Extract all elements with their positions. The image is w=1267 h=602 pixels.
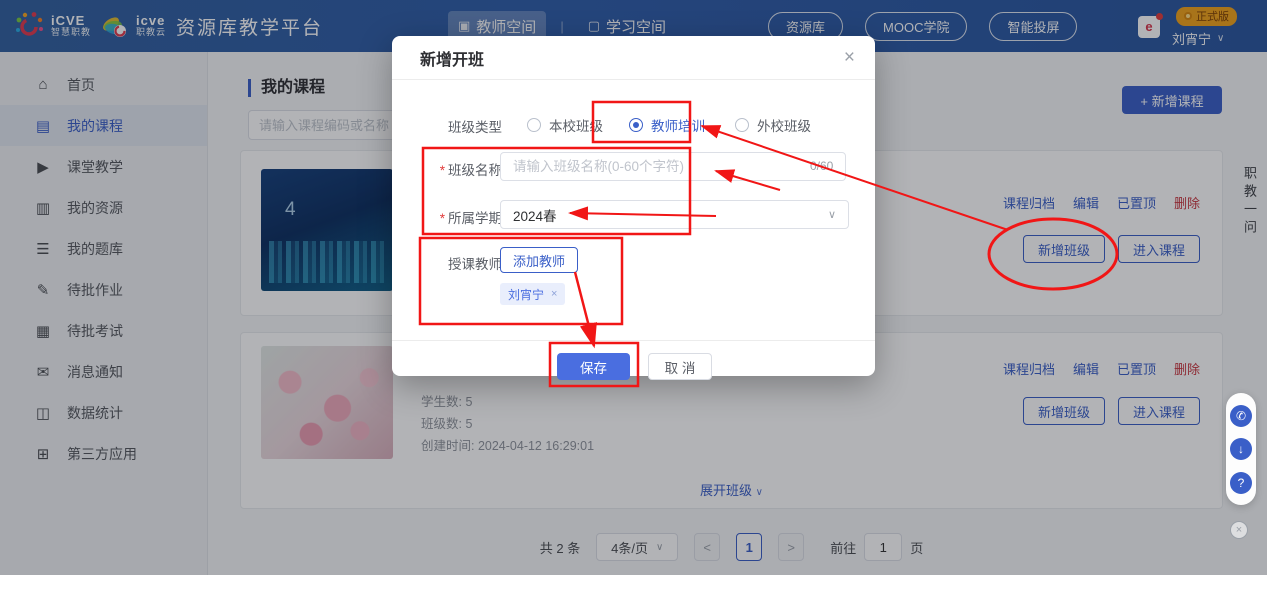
radio-own-school-class[interactable]: 本校班级 — [527, 115, 603, 135]
floating-toolbar: ✆ ↓ ? — [1226, 393, 1256, 505]
semester-value: 2024春 — [513, 205, 557, 225]
radio-circle-icon — [735, 118, 749, 132]
dialog-title: 新增开班 — [392, 36, 875, 80]
class-name-label: *班级名称 — [428, 159, 502, 179]
radio-external-school-class[interactable]: 外校班级 — [735, 115, 811, 135]
radio-circle-icon — [629, 118, 643, 132]
char-counter: 0/60 — [810, 159, 833, 173]
chevron-down-icon: ∨ — [828, 208, 836, 221]
remove-tag-icon[interactable]: × — [551, 288, 557, 300]
semester-label: *所属学期 — [428, 207, 502, 227]
class-name-input[interactable] — [500, 152, 846, 181]
radio-circle-icon — [527, 118, 541, 132]
class-type-label: 班级类型 — [428, 116, 502, 136]
help-icon[interactable]: ? — [1230, 472, 1252, 494]
add-class-dialog: 新增开班 × 班级类型 本校班级 教师培训 外校班级 *班级名称 0/60 *所… — [392, 36, 875, 376]
teacher-tag: 刘宵宁 × — [500, 283, 565, 305]
class-type-radio-group: 本校班级 教师培训 外校班级 — [527, 115, 811, 135]
semester-select[interactable]: 2024春 ∨ — [500, 200, 849, 229]
save-button[interactable]: 保存 — [557, 353, 630, 380]
customer-service-icon[interactable]: ✆ — [1230, 405, 1252, 427]
teacher-tag-name: 刘宵宁 — [508, 286, 544, 303]
close-icon[interactable]: × — [844, 48, 855, 68]
radio-teacher-training[interactable]: 教师培训 — [629, 115, 705, 135]
cancel-button[interactable]: 取 消 — [648, 353, 712, 380]
radio-label: 教师培训 — [651, 115, 705, 135]
add-teacher-button[interactable]: 添加教师 — [500, 247, 578, 273]
dialog-footer: 保存 取 消 — [392, 340, 875, 376]
radio-label: 本校班级 — [549, 115, 603, 135]
radio-label: 外校班级 — [757, 115, 811, 135]
download-icon[interactable]: ↓ — [1230, 438, 1252, 460]
close-toolbar-icon[interactable]: × — [1230, 521, 1248, 539]
teacher-label: 授课教师 — [428, 253, 502, 273]
